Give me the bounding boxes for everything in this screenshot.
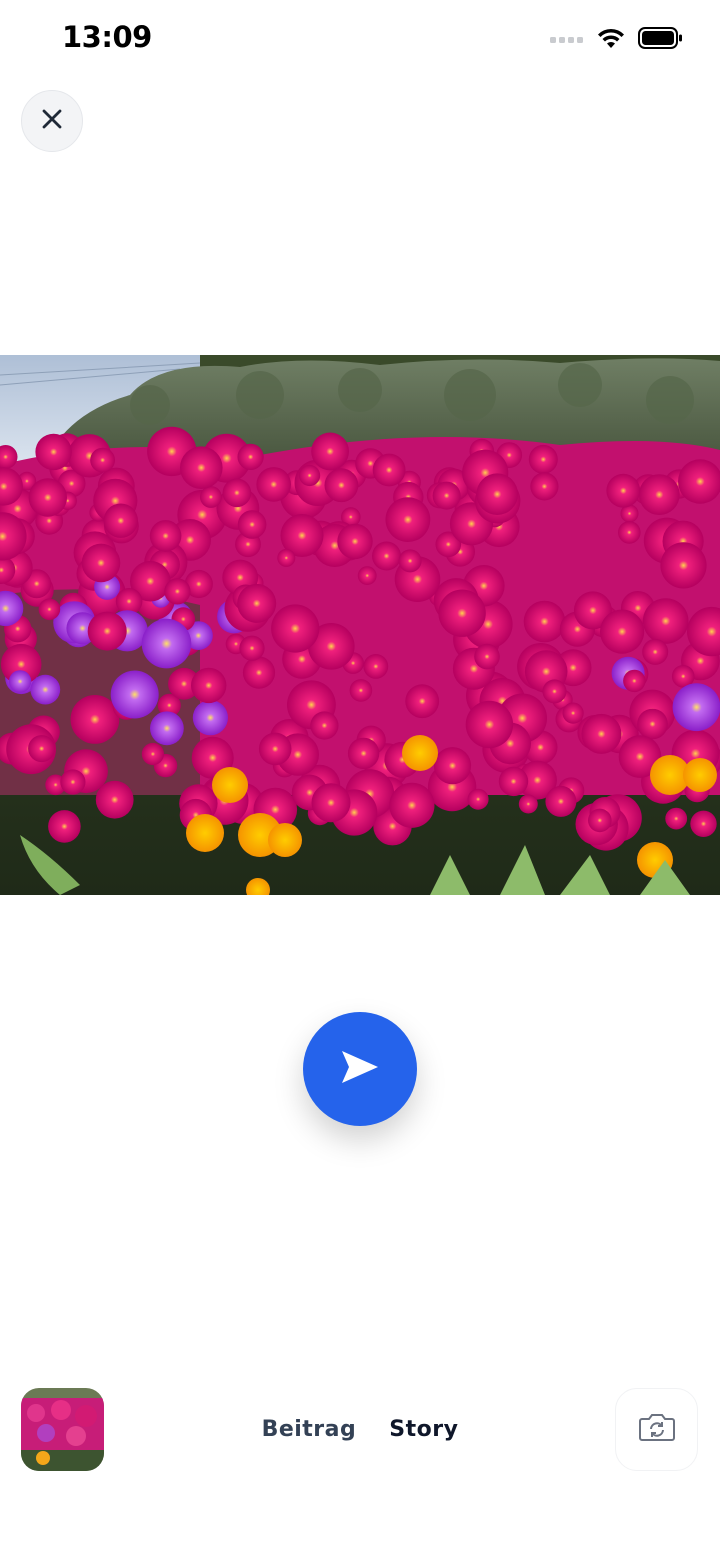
gallery-thumbnail[interactable] [21,1388,104,1471]
send-icon [340,1049,380,1090]
status-time: 13:09 [62,20,152,54]
status-bar: 13:09 [0,0,720,80]
send-button[interactable] [303,1012,417,1126]
close-icon [41,108,63,135]
status-icons [550,26,684,54]
battery-icon [638,26,684,55]
camera-flip-icon [638,1412,676,1447]
photo-preview [0,355,720,895]
tab-story[interactable]: Story [389,1412,458,1448]
close-button[interactable] [21,90,83,152]
tab-beitrag[interactable]: Beitrag [262,1412,357,1448]
flip-camera-button[interactable] [615,1388,698,1471]
signal-icon [550,31,584,49]
wifi-icon [596,26,626,55]
mode-tabs: Beitrag Story [0,1412,720,1448]
